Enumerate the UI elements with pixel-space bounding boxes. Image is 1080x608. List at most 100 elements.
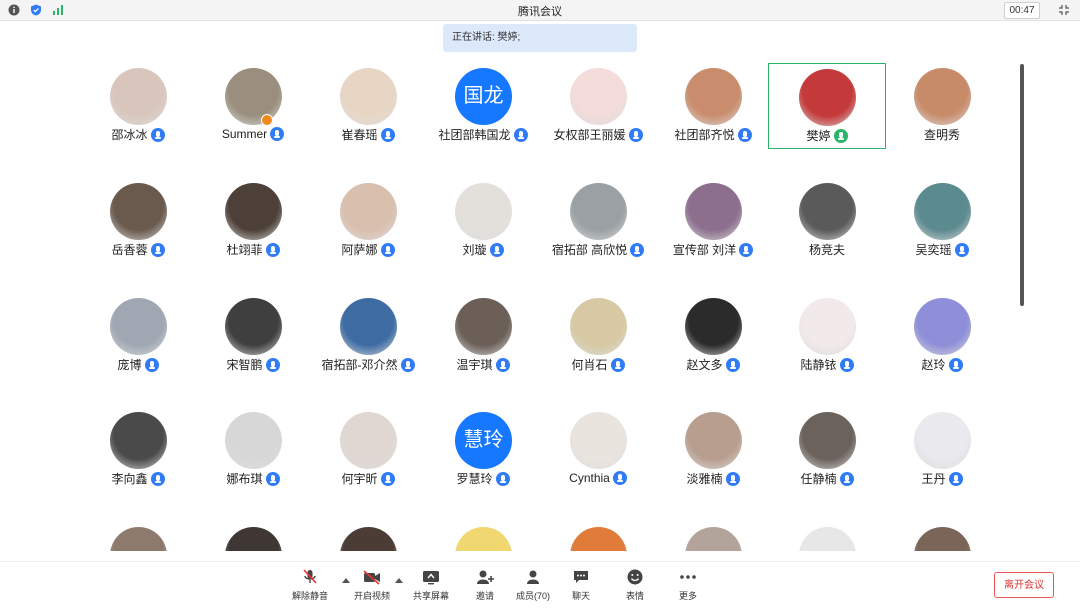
participant-tile[interactable]: 宋智鹏 [194, 293, 312, 379]
participant-name: 赵文多 [686, 358, 723, 372]
participant-tile[interactable]: 邵冰冰 [79, 63, 197, 149]
participant-tile[interactable]: 娜布琪 [194, 407, 312, 493]
participant-tile[interactable]: 刘璇 [424, 178, 542, 264]
participant-tile[interactable]: 杜翊菲 [194, 178, 312, 264]
participant-name: 邵冰冰 [111, 128, 148, 142]
avatar [914, 527, 971, 551]
participant-tile[interactable]: Cynthia [539, 407, 657, 493]
participant-tile[interactable]: 国龙 社团部韩国龙 [424, 63, 542, 149]
video-options-caret[interactable] [395, 578, 403, 583]
start-video-button[interactable]: 开启视频 [347, 568, 397, 602]
participant-name-row: 刘璇 [424, 241, 542, 258]
mic-icon [144, 357, 159, 372]
grid-scrollbar[interactable] [1020, 64, 1024, 306]
participant-name-row: 岳香蓉 [79, 241, 197, 258]
avatar [685, 298, 742, 355]
mic-icon [725, 357, 740, 372]
participant-name-row: Summer [194, 126, 312, 141]
avatar [110, 527, 167, 551]
participant-name: 宿拓部-邓介然 [321, 358, 398, 372]
avatar [225, 527, 282, 551]
avatar [225, 412, 282, 469]
participant-name-row: 宿拓部 高欣悦 [539, 241, 657, 258]
participant-tile[interactable]: 任静楠 [768, 407, 886, 493]
mic-icon [489, 242, 504, 257]
participant-tile[interactable] [79, 522, 197, 551]
participant-tile[interactable]: Summer [194, 63, 312, 149]
participant-tile[interactable] [768, 522, 886, 551]
participant-name-row: 社团部韩国龙 [424, 126, 542, 143]
more-button[interactable]: 更多 [663, 568, 713, 602]
participant-tile[interactable] [194, 522, 312, 551]
mic-icon [495, 357, 510, 372]
participant-tile[interactable]: 淡雅楠 [654, 407, 772, 493]
unmute-label: 解除静音 [291, 591, 328, 601]
avatar [914, 183, 971, 240]
participant-tile[interactable]: 樊婷 [768, 63, 886, 149]
participant-tile[interactable]: 温宇琪 [424, 293, 542, 379]
participant-name-row: 赵文多 [654, 356, 772, 373]
participant-name: 查明秀 [923, 128, 960, 142]
participant-tile[interactable] [654, 522, 772, 551]
mic-icon [380, 242, 395, 257]
participant-tile[interactable] [539, 522, 657, 551]
participant-name-row: 崔春瑶 [309, 126, 427, 143]
invite-button[interactable]: 邀请 [460, 568, 510, 602]
avatar [455, 183, 512, 240]
participant-tile[interactable]: 宿拓部-邓介然 [309, 293, 427, 379]
participant-tile[interactable]: 王丹 [883, 407, 1001, 493]
avatar [340, 412, 397, 469]
avatar [340, 68, 397, 125]
participant-name: 宿拓部 高欣悦 [551, 243, 628, 257]
participant-tile[interactable]: 赵文多 [654, 293, 772, 379]
participant-tile[interactable]: 女权部王丽媛 [539, 63, 657, 149]
emoji-button[interactable]: 表情 [610, 568, 660, 602]
members-label: 成员(70) [515, 591, 550, 601]
participant-name: 樊婷 [806, 129, 831, 143]
participant-tile[interactable]: 宣传部 刘洋 [654, 178, 772, 264]
participant-tile[interactable]: 岳香蓉 [79, 178, 197, 264]
participant-tile[interactable] [883, 522, 1001, 551]
mic-icon [725, 471, 740, 486]
participant-tile[interactable]: 何肖石 [539, 293, 657, 379]
participant-tile[interactable]: 陆静铱 [768, 293, 886, 379]
unmute-button[interactable]: 解除静音 [285, 568, 335, 602]
participant-name: 杨竞夫 [808, 243, 845, 257]
participant-name: 宋智鹏 [226, 358, 263, 372]
participant-name: 庞博 [117, 358, 142, 372]
mic-icon [628, 127, 643, 142]
participant-tile[interactable]: 庞博 [79, 293, 197, 379]
participant-tile[interactable]: 慧玲 罗慧玲 [424, 407, 542, 493]
participant-tile[interactable]: 社团部齐悦 [654, 63, 772, 149]
participant-name: 岳香蓉 [111, 243, 148, 257]
participant-tile[interactable]: 阿萨娜 [309, 178, 427, 264]
leave-meeting-button[interactable]: 离开会议 [994, 572, 1054, 598]
avatar: 慧玲 [455, 412, 512, 469]
participant-tile[interactable]: 吴奕瑶 [883, 178, 1001, 264]
participant-name-row: 吴奕瑶 [883, 241, 1001, 258]
participant-name: 吴奕瑶 [915, 243, 952, 257]
participant-tile[interactable]: 李向鑫 [79, 407, 197, 493]
participant-tile[interactable] [309, 522, 427, 551]
participant-tile[interactable]: 查明秀 [883, 63, 1001, 149]
participant-name: 李向鑫 [111, 472, 148, 486]
mic-icon [380, 471, 395, 486]
share-screen-button[interactable]: 共享屏幕 [406, 568, 456, 602]
participant-tile[interactable]: 杨竞夫 [768, 178, 886, 264]
avatar: 国龙 [455, 68, 512, 125]
members-button[interactable]: 成员(70) [508, 568, 558, 602]
chat-button[interactable]: 聊天 [556, 568, 606, 602]
participant-name-row: 宿拓部-邓介然 [309, 356, 427, 373]
participant-name: 何肖石 [571, 358, 608, 372]
participant-name-row: 任静楠 [768, 470, 886, 487]
participant-tile[interactable]: 宿拓部 高欣悦 [539, 178, 657, 264]
speaking-indicator: 正在讲话: 樊婷; [443, 24, 637, 52]
mic-icon [150, 242, 165, 257]
mic-icon [737, 127, 752, 142]
participant-tile[interactable]: 崔春瑶 [309, 63, 427, 149]
participant-tile[interactable] [424, 522, 542, 551]
avatar [455, 527, 512, 551]
participant-tile[interactable]: 何宇昕 [309, 407, 427, 493]
participant-name-row: 何宇昕 [309, 470, 427, 487]
participant-tile[interactable]: 赵玲 [883, 293, 1001, 379]
